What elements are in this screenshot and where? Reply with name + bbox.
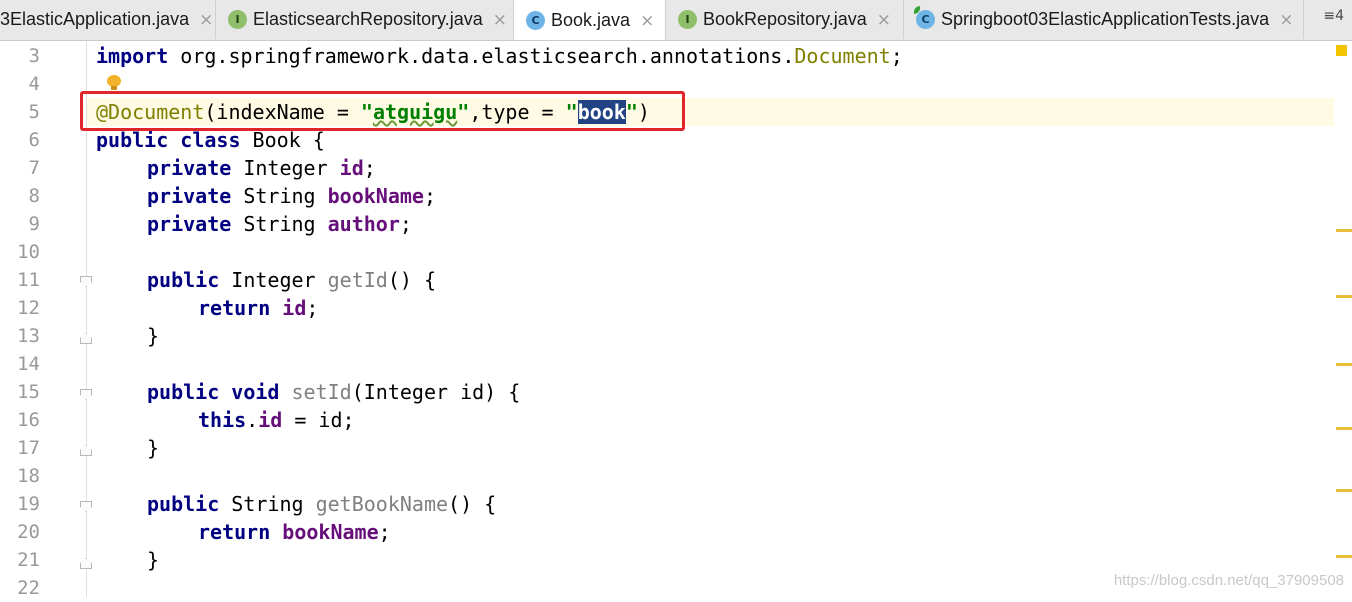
tab-overflow-menu[interactable]: ≡4 [1323,8,1344,24]
code-line-8[interactable]: private String bookName; [147,182,436,210]
class-icon: C [526,11,545,30]
code-line-3[interactable]: import org.springframework.data.elastics… [96,42,903,70]
code-editor[interactable]: 3 4 5 6 7 8 9 10 11 12 13 14 15 16 17 18… [0,41,1352,599]
tab-label: Springboot03ElasticApplicationTests.java [941,9,1270,29]
tab-application-tests[interactable]: C Springboot03ElasticApplicationTests.ja… [904,0,1304,39]
close-icon[interactable]: × [1279,10,1293,30]
code-line-12[interactable]: return id; [198,294,318,322]
code-line-11[interactable]: public Integer getId() { [147,266,436,294]
line-number: 13 [17,325,40,347]
line-number: 8 [28,185,40,207]
tab-book-java[interactable]: C Book.java × [514,0,666,40]
line-number: 9 [28,213,40,235]
tab-label: 3ElasticApplication.java [0,9,190,29]
interface-icon: I [228,10,247,29]
close-icon[interactable]: × [640,11,654,31]
code-line-17[interactable]: } [147,434,159,462]
fold-toggle-icon[interactable] [80,333,92,344]
line-number: 3 [28,45,40,67]
error-stripe[interactable] [1334,41,1352,597]
editor-tab-bar: 3ElasticApplication.java × I Elasticsear… [0,0,1352,41]
close-icon[interactable]: × [877,10,891,30]
line-number: 21 [17,549,40,571]
line-number: 14 [17,353,40,375]
line-number: 6 [28,129,40,151]
warning-marker[interactable] [1336,229,1352,232]
close-icon[interactable]: × [493,10,507,30]
line-number: 22 [17,577,40,599]
tab-label: Book.java [551,10,631,30]
fold-toggle-icon[interactable] [80,389,92,400]
warning-marker[interactable] [1336,555,1352,558]
tab-label: BookRepository.java [703,9,867,29]
line-number: 7 [28,157,40,179]
code-line-13[interactable]: } [147,322,159,350]
code-line-9[interactable]: private String author; [147,210,412,238]
spring-class-icon: C [912,5,935,29]
line-number: 15 [17,381,40,403]
interface-icon: I [678,10,697,29]
annotation-highlight-box [80,91,685,131]
inspection-status-icon[interactable] [1336,45,1347,56]
line-number: 12 [17,297,40,319]
lightbulb-icon[interactable] [107,75,121,91]
warning-marker[interactable] [1336,489,1352,492]
code-line-19[interactable]: public String getBookName() { [147,490,496,518]
line-number: 10 [17,241,40,263]
watermark: https://blog.csdn.net/qq_37909508 [1113,572,1344,589]
code-line-21[interactable]: } [147,546,159,574]
code-line-15[interactable]: public void setId(Integer id) { [147,378,520,406]
line-number: 11 [17,269,40,291]
fold-toggle-icon[interactable] [80,501,92,512]
warning-marker[interactable] [1336,295,1352,298]
tab-elasticsearch-repository[interactable]: I ElasticsearchRepository.java × [216,0,514,39]
line-number: 18 [17,465,40,487]
line-number: 4 [28,73,40,95]
warning-marker[interactable] [1336,363,1352,366]
code-line-16[interactable]: this.id = id; [198,406,355,434]
code-line-7[interactable]: private Integer id; [147,154,376,182]
fold-toggle-icon[interactable] [80,276,92,287]
code-line-20[interactable]: return bookName; [198,518,391,546]
line-number: 19 [17,493,40,515]
line-number: 20 [17,521,40,543]
line-number-gutter[interactable]: 3 4 5 6 7 8 9 10 11 12 13 14 15 16 17 18… [0,41,92,599]
warning-marker[interactable] [1336,427,1352,430]
close-icon[interactable]: × [199,10,213,30]
line-number: 16 [17,409,40,431]
tab-elastic-application[interactable]: 3ElasticApplication.java × [0,0,216,39]
fold-toggle-icon[interactable] [80,445,92,456]
line-number: 17 [17,437,40,459]
fold-toggle-icon[interactable] [80,558,92,569]
tab-label: ElasticsearchRepository.java [253,9,483,29]
tab-book-repository[interactable]: I BookRepository.java × [666,0,904,39]
line-number: 5 [28,101,40,123]
